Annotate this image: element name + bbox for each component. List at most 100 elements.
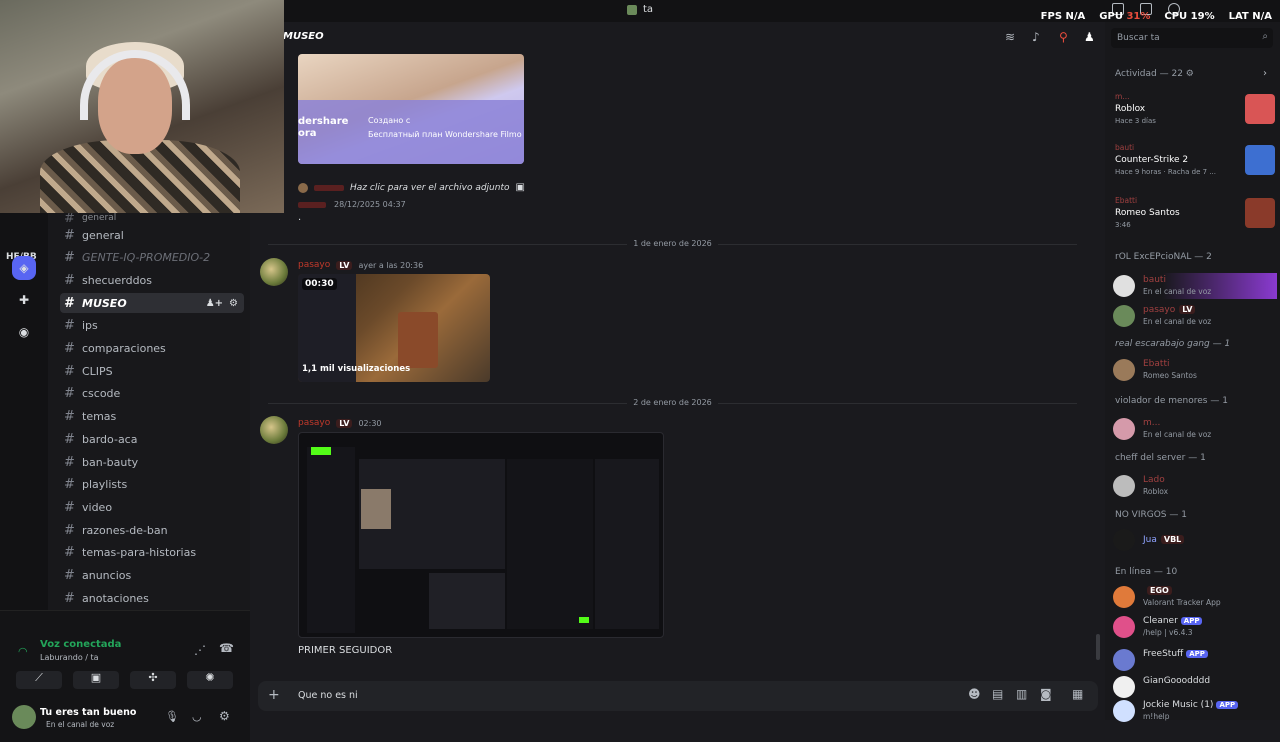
headphones-icon[interactable]: ◡ — [192, 710, 202, 723]
chat-scrollbar[interactable] — [1096, 634, 1100, 660]
noise-icon[interactable]: ⋰ — [194, 643, 206, 657]
channel-clips[interactable]: # CLIPS — [60, 361, 244, 381]
timestamp-0: 28/12/2025 04:37 — [334, 200, 406, 209]
member-avatar — [1113, 305, 1135, 327]
member-row[interactable]: Cleaner APP/help | v6.4.3 — [1113, 614, 1277, 640]
channel-comparaciones[interactable]: # comparaciones — [60, 339, 244, 359]
watermark-ru-1: Создано с — [368, 116, 411, 125]
emoji-icon[interactable]: ▦ — [1072, 687, 1083, 701]
member-status: Romeo Santos — [1143, 371, 1197, 380]
member-row[interactable]: FreeStuff APP — [1113, 647, 1277, 673]
reply-attachment[interactable]: Haz clic para ver el archivo adjunto ▣ — [298, 182, 525, 193]
avatar-pasayo-1[interactable] — [260, 258, 288, 286]
screenshot-attachment[interactable] — [298, 432, 664, 638]
image-attachment[interactable]: dershare ora Создано с Бесплатный план W… — [298, 54, 524, 164]
soundboard-button[interactable]: ✺ — [187, 671, 233, 689]
add-attachment-icon[interactable]: + — [268, 687, 280, 703]
username-2[interactable]: pasayo — [298, 418, 330, 428]
message-text-2: PRIMER SEGUIDOR — [298, 645, 393, 656]
gif-icon[interactable]: ▥ — [1016, 687, 1027, 701]
activity-card[interactable]: bauti Counter-Strike 2 Hace 9 horas · Rach… — [1113, 143, 1277, 189]
image-icon: ▣ — [515, 182, 525, 193]
member-row[interactable]: m... En el canal de voz — [1113, 416, 1277, 442]
discover-icon[interactable]: ◉ — [12, 320, 36, 344]
member-row[interactable]: GianGooodddd — [1113, 674, 1277, 700]
member-row[interactable]: Jockie Music (1) APP m!help — [1113, 698, 1277, 724]
member-row[interactable]: bauti En el canal de voz — [1113, 273, 1277, 299]
voice-status[interactable]: Voz conectada — [40, 639, 121, 650]
channel-general[interactable]: # general — [60, 225, 244, 245]
search-icon: ⌕ — [1262, 31, 1268, 42]
attach-link[interactable]: Haz clic para ver el archivo adjunto — [350, 183, 510, 193]
window-title: ta — [627, 4, 653, 15]
channel-gente-iq-promedio-2[interactable]: # GENTE-IQ-PROMEDIO-2 — [60, 248, 244, 268]
activity-card[interactable]: m... Roblox Hace 3 días — [1113, 92, 1277, 138]
server-icon — [627, 4, 637, 15]
settings-icon[interactable]: ⚙ — [219, 709, 230, 723]
mic-icon[interactable]: 🎙 — [165, 710, 179, 723]
channel-video[interactable]: # video — [60, 497, 244, 517]
add-server-icon[interactable]: ✚ — [12, 288, 36, 312]
member-row[interactable]: EGO Valorant Tracker App — [1113, 584, 1277, 610]
username-0[interactable] — [298, 201, 326, 208]
threads-icon[interactable]: ≋ — [1005, 30, 1015, 44]
role-badge-1: LV — [336, 260, 353, 270]
member-row[interactable]: Jua VBL — [1113, 527, 1277, 553]
search-input[interactable]: Buscar ta ⌕ — [1111, 28, 1273, 48]
channel-ban-bauty[interactable]: # ban-bauty — [60, 452, 244, 472]
video-embed[interactable]: 00:30 1,1 mil visualizaciones — [298, 274, 490, 382]
channel-ips[interactable]: # ips — [60, 316, 244, 336]
member-row[interactable]: Lado Roblox — [1113, 473, 1277, 499]
channel-settings-icon[interactable]: ⚙ — [229, 298, 238, 309]
channel-temas-para-historias[interactable]: # temas-para-historias — [60, 543, 244, 563]
user-name[interactable]: Tu eres tan bueno — [40, 707, 136, 718]
channel-shecuerddos[interactable]: # shecuerddos — [60, 270, 244, 290]
activity-meta: 3:46 — [1115, 221, 1131, 229]
member-name: Cleaner — [1143, 616, 1178, 626]
gift-icon[interactable]: ▤ — [992, 687, 1003, 701]
invite-icon[interactable]: ♟+ — [206, 298, 223, 309]
pin-icon[interactable]: ⚲ — [1059, 30, 1068, 44]
member-panel: Buscar ta ⌕ Actividad — 22 ⚙ › m... Roblox… — [1105, 22, 1280, 722]
screen-share-button[interactable]: ▣ — [73, 671, 119, 689]
channel-museo[interactable]: # MUSEO ♟+ ⚙ — [60, 293, 244, 314]
message-input[interactable]: Que no es ni — [298, 690, 358, 701]
app-badge: APP — [1216, 701, 1239, 709]
apps-icon[interactable]: ☻ — [968, 687, 981, 701]
activity-card[interactable]: Ebatti Romeo Santos 3:46 — [1113, 196, 1277, 242]
channel-anuncios[interactable]: # anuncios — [60, 566, 244, 586]
channel-playlists[interactable]: # playlists — [60, 475, 244, 495]
activity-header[interactable]: Actividad — 22 ⚙ — [1115, 69, 1194, 79]
channel-anotaciones[interactable]: # anotaciones — [60, 588, 244, 608]
camera-button[interactable]: ⟋ — [16, 671, 62, 689]
voice-sub[interactable]: Laburando / ta — [40, 653, 99, 662]
activity-game: Roblox — [1115, 104, 1146, 114]
member-row[interactable]: pasayo LV En el canal de voz — [1113, 303, 1277, 329]
channel-label: temas-para-historias — [82, 546, 197, 560]
channel-bardo-aca[interactable]: # bardo-aca — [60, 429, 244, 449]
member-avatar — [1113, 359, 1135, 381]
hash-icon: # — [64, 295, 74, 311]
member-badge: LV — [1179, 305, 1196, 314]
member-section-header: cheff del server — 1 — [1115, 453, 1206, 463]
bell-icon[interactable]: ♪ — [1032, 30, 1040, 44]
username-1[interactable]: pasayo — [298, 260, 330, 270]
message-body-0: . — [298, 212, 302, 223]
window-title-text: ta — [643, 4, 654, 15]
member-row[interactable]: Ebatti Romeo Santos — [1113, 357, 1277, 383]
sticker-icon[interactable]: ◙ — [1040, 687, 1052, 701]
timestamp-2: 02:30 — [358, 418, 382, 428]
message-meta-1: pasayo LV ayer a las 20:36 — [298, 260, 423, 270]
hash-icon: # — [64, 409, 75, 425]
disconnect-icon[interactable]: ☎ — [219, 641, 234, 655]
members-icon[interactable]: ♟ — [1084, 30, 1095, 44]
chevron-right-icon[interactable]: › — [1263, 68, 1267, 79]
channel-cscode[interactable]: # cscode — [60, 384, 244, 404]
avatar-pasayo-2[interactable] — [260, 416, 288, 444]
server-icon-active[interactable]: ◈ — [12, 256, 36, 280]
user-avatar[interactable] — [12, 705, 36, 729]
channel-razones-de-ban[interactable]: # razones-de-ban — [60, 520, 244, 540]
activity-button[interactable]: ✣ — [130, 671, 176, 689]
channel-temas[interactable]: # temas — [60, 407, 244, 427]
activity-user: bauti — [1115, 143, 1135, 152]
